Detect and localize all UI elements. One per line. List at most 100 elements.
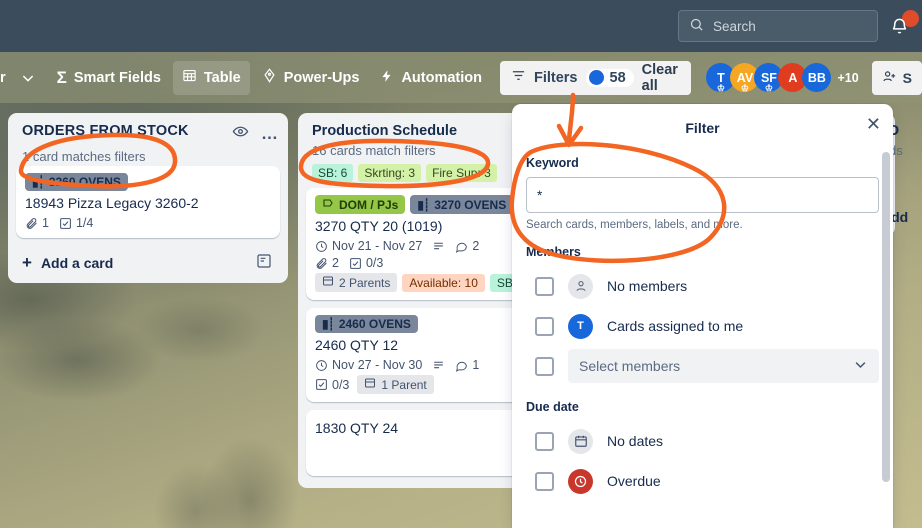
- chevron-down-icon: [853, 357, 868, 375]
- barcode-icon: ▮┊: [322, 317, 335, 332]
- crown-icon: ♔: [764, 83, 773, 93]
- card-label[interactable]: ▮┊ 2460 OVENS: [315, 315, 418, 334]
- toolbar-smart-fields[interactable]: Σ Smart Fields: [48, 61, 170, 95]
- filter-panel[interactable]: Filter ✕ Keyword Search cards, members, …: [512, 104, 893, 528]
- avatar[interactable]: BB: [802, 63, 832, 92]
- comments-count: 1: [472, 358, 480, 373]
- sigma-icon: Σ: [56, 67, 67, 87]
- checklist-count: 0/3: [332, 377, 350, 392]
- filter-option-no-dates[interactable]: No dates: [526, 421, 879, 461]
- board-name-truncated[interactable]: r: [0, 61, 8, 95]
- keyword-input[interactable]: [526, 177, 879, 213]
- list-title[interactable]: ORDERS FROM STOCK: [22, 123, 189, 139]
- toolbar-item-label: Smart Fields: [73, 69, 161, 86]
- filters-dot-icon: [588, 70, 604, 85]
- filter-option-cards-assigned-to-me[interactable]: T Cards assigned to me: [526, 306, 879, 346]
- parent-card-icon: [322, 275, 334, 290]
- ellipsis-icon[interactable]: …: [261, 125, 278, 142]
- filters-button[interactable]: Filters 58 Clear all: [499, 60, 692, 95]
- option-label: Overdue: [607, 473, 661, 489]
- clear-all-button[interactable]: Clear all: [642, 62, 681, 94]
- eye-icon[interactable]: [232, 123, 249, 145]
- chevron-down-icon[interactable]: [11, 61, 45, 95]
- person-outline-icon: [568, 273, 593, 299]
- list-chip: SB: 6: [312, 164, 354, 182]
- option-label: No dates: [607, 433, 664, 449]
- attachment-badge: 2: [315, 256, 339, 270]
- plus-icon: +: [22, 252, 32, 272]
- toolbar-item-label: Table: [203, 69, 241, 86]
- barcode-icon: ▮┊: [417, 197, 430, 212]
- search-icon: [689, 17, 704, 35]
- avatar-overflow-count[interactable]: +10: [837, 71, 858, 85]
- list-header: ORDERS FROM STOCK …: [16, 121, 280, 145]
- checkbox[interactable]: [535, 316, 554, 336]
- filter-icon: [511, 68, 526, 87]
- share-button[interactable]: S: [871, 60, 922, 95]
- due-date-badge[interactable]: Nov 21 - Nov 27: [315, 239, 422, 253]
- rocket-icon: [262, 68, 277, 87]
- comments-badge: 2: [455, 239, 479, 253]
- avatar: T: [568, 313, 593, 339]
- person-add-icon: [882, 69, 897, 87]
- toolbar-automation[interactable]: Automation: [371, 61, 491, 95]
- card-label[interactable]: ▮┊ 3270 OVENS: [410, 195, 514, 214]
- app-bar: Search: [0, 0, 922, 52]
- checkbox[interactable]: [535, 431, 554, 451]
- parent-card-icon: [364, 377, 376, 392]
- filter-panel-scrollbar[interactable]: [882, 152, 890, 482]
- option-label: No members: [607, 278, 688, 294]
- search-placeholder: Search: [713, 18, 756, 34]
- search-input[interactable]: Search: [678, 10, 878, 42]
- close-icon[interactable]: ✕: [866, 115, 881, 133]
- card[interactable]: ▮┊ 3260 OVENS 18943 Pizza Legacy 3260-2 …: [16, 166, 280, 239]
- share-label: S: [902, 69, 912, 86]
- card-label-text: DOM / PJs: [339, 197, 399, 212]
- list-filter-count: 1 card matches filters: [22, 149, 146, 164]
- lightning-bolt-icon: [380, 69, 394, 87]
- parent-cards-badge[interactable]: 1 Parent: [357, 375, 434, 395]
- checklist-badge: 0/3: [349, 256, 383, 270]
- filter-option-overdue[interactable]: Overdue: [526, 461, 879, 501]
- comments-count: 2: [472, 239, 480, 254]
- card-template-icon[interactable]: [256, 253, 272, 272]
- add-card-button[interactable]: + Add a card: [16, 246, 280, 279]
- checkbox[interactable]: [535, 356, 554, 376]
- list-chip: Fire Sup: 3: [426, 164, 497, 182]
- barcode-icon: ▮┊: [32, 175, 45, 189]
- list-orders-from-stock[interactable]: ORDERS FROM STOCK … 1 card matches filte…: [8, 113, 288, 284]
- attachment-count: 1: [42, 216, 49, 231]
- card-label-text: 3270 OVENS: [434, 197, 507, 212]
- notification-bell-icon[interactable]: [882, 9, 919, 43]
- card-label[interactable]: ▮┊ 3260 OVENS: [25, 173, 128, 191]
- add-card-label: Add a card: [40, 254, 114, 271]
- filter-option-no-members[interactable]: No members: [526, 266, 879, 306]
- toolbar-item-label: Power-Ups: [283, 69, 360, 86]
- table-icon: [182, 68, 197, 87]
- description-badge: [432, 359, 445, 372]
- card-label[interactable]: DOM / PJs: [315, 195, 406, 214]
- due-date-text: Nov 27 - Nov 30: [332, 358, 423, 373]
- select-members-dropdown[interactable]: Select members: [568, 349, 879, 383]
- due-date-badge[interactable]: Nov 27 - Nov 30: [315, 358, 422, 372]
- parent-cards-badge[interactable]: 2 Parents: [315, 273, 398, 293]
- card-title: 18943 Pizza Legacy 3260-2: [25, 195, 199, 211]
- parent-cards-text: 2 Parents: [339, 275, 391, 290]
- board-toolbar: r Σ Smart Fields Table Power-Ups Automat…: [0, 52, 922, 103]
- card-label-text: 3260 OVENS: [48, 175, 121, 189]
- list-title[interactable]: Production Schedule: [312, 123, 457, 139]
- checkbox[interactable]: [535, 276, 554, 296]
- filters-label: Filters: [533, 69, 578, 86]
- list-chip: Skrting: 3: [358, 164, 422, 182]
- filter-panel-header: Filter ✕: [526, 114, 881, 142]
- members-section-label: Members: [526, 245, 581, 259]
- toolbar-power-ups[interactable]: Power-Ups: [253, 61, 369, 95]
- checkbox[interactable]: [535, 471, 554, 491]
- parent-cards-text: 1 Parent: [381, 377, 427, 392]
- option-label: Cards assigned to me: [607, 318, 744, 334]
- calendar-icon: [568, 428, 593, 454]
- filter-option-select-members[interactable]: Select members: [526, 346, 879, 386]
- toolbar-item-label: Automation: [401, 69, 482, 86]
- toolbar-table[interactable]: Table: [172, 60, 250, 95]
- description-badge: [432, 240, 445, 253]
